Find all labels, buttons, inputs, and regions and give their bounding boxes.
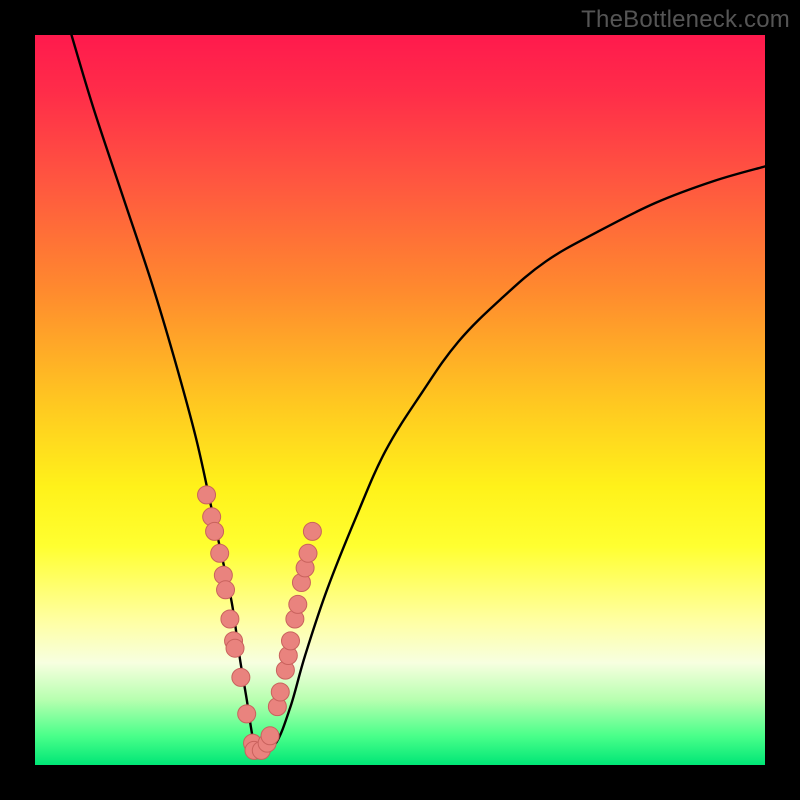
- marker-point: [206, 522, 224, 540]
- plot-area: [35, 35, 765, 765]
- marker-point: [303, 522, 321, 540]
- marker-point: [289, 595, 307, 613]
- marker-point: [232, 668, 250, 686]
- marker-point: [261, 727, 279, 745]
- watermark-text: TheBottleneck.com: [581, 6, 790, 34]
- marker-point: [221, 610, 239, 628]
- marker-point: [271, 683, 289, 701]
- gradient-background: [35, 35, 765, 765]
- bottleneck-chart: [35, 35, 765, 765]
- chart-frame: TheBottleneck.com: [0, 0, 800, 800]
- marker-point: [299, 544, 317, 562]
- marker-point: [226, 639, 244, 657]
- marker-point: [282, 632, 300, 650]
- marker-point: [217, 581, 235, 599]
- marker-point: [238, 705, 256, 723]
- marker-point: [198, 486, 216, 504]
- marker-point: [211, 544, 229, 562]
